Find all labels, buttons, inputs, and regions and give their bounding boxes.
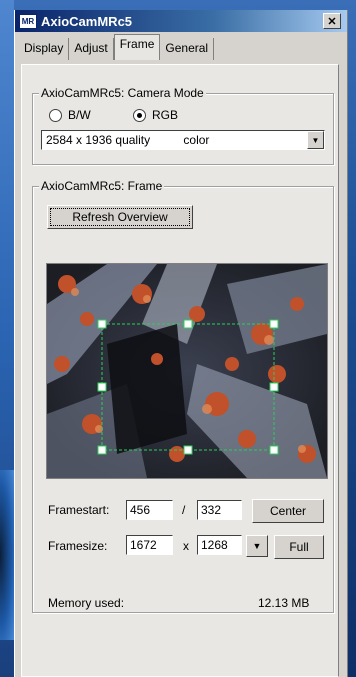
title-bar[interactable]: MR AxioCamMRc5 ✕ (15, 10, 347, 32)
radio-bw-dot[interactable] (49, 108, 62, 122)
framesize-label: Framesize: (48, 539, 108, 553)
radio-rgb-dot[interactable] (133, 108, 146, 122)
micrograph-image (47, 264, 327, 478)
app-icon: MR (19, 13, 37, 29)
framesize-height-field[interactable]: 1268 (197, 535, 242, 555)
full-button[interactable]: Full (274, 535, 324, 559)
framestart-y-field[interactable]: 332 (197, 500, 242, 520)
framestart-x-field[interactable]: 456 (126, 500, 173, 520)
framestart-separator: / (182, 503, 186, 517)
center-button[interactable]: Center (252, 499, 324, 523)
tab-frame[interactable]: Frame (113, 34, 161, 60)
radio-bw[interactable]: B/W (49, 108, 91, 122)
axiocam-window: MR AxioCamMRc5 ✕ Display Adjust Frame Ge… (14, 10, 348, 677)
radio-rgb-label: RGB (152, 108, 179, 122)
frame-group-label: AxioCamMRc5: Frame (39, 179, 165, 193)
chevron-down-icon[interactable]: ▼ (307, 131, 324, 149)
radio-rgb[interactable]: RGB (133, 108, 178, 122)
window-title: AxioCamMRc5 (41, 13, 133, 29)
quality-select[interactable]: 2584 x 1936 quality color ▼ (41, 130, 325, 150)
radio-bw-label: B/W (68, 108, 91, 122)
memory-used-label: Memory used: (48, 596, 125, 610)
camera-mode-group-label: AxioCamMRc5: Camera Mode (39, 86, 206, 100)
overview-image[interactable] (46, 263, 328, 479)
frame-tab-panel: AxioCamMRc5: Camera Mode B/W RGB 2584 x … (21, 64, 339, 677)
tab-strip: Display Adjust Frame General (19, 34, 347, 60)
tab-display[interactable]: Display (19, 38, 70, 60)
close-icon[interactable]: ✕ (323, 13, 341, 29)
tab-general[interactable]: General (160, 38, 215, 60)
tab-adjust[interactable]: Adjust (69, 38, 114, 60)
memory-used-value: 12.13 MB (258, 596, 310, 610)
framesize-separator: x (183, 539, 189, 553)
desktop-wallpaper-swirl (0, 470, 14, 640)
framesize-width-field[interactable]: 1672 (126, 535, 173, 555)
quality-select-value: 2584 x 1936 quality color (46, 133, 210, 147)
framesize-dropdown-icon[interactable]: ▼ (246, 535, 268, 557)
framestart-label: Framestart: (48, 503, 110, 517)
camera-mode-group: AxioCamMRc5: Camera Mode B/W RGB 2584 x … (32, 86, 334, 165)
refresh-overview-button[interactable]: Refresh Overview (47, 205, 193, 229)
